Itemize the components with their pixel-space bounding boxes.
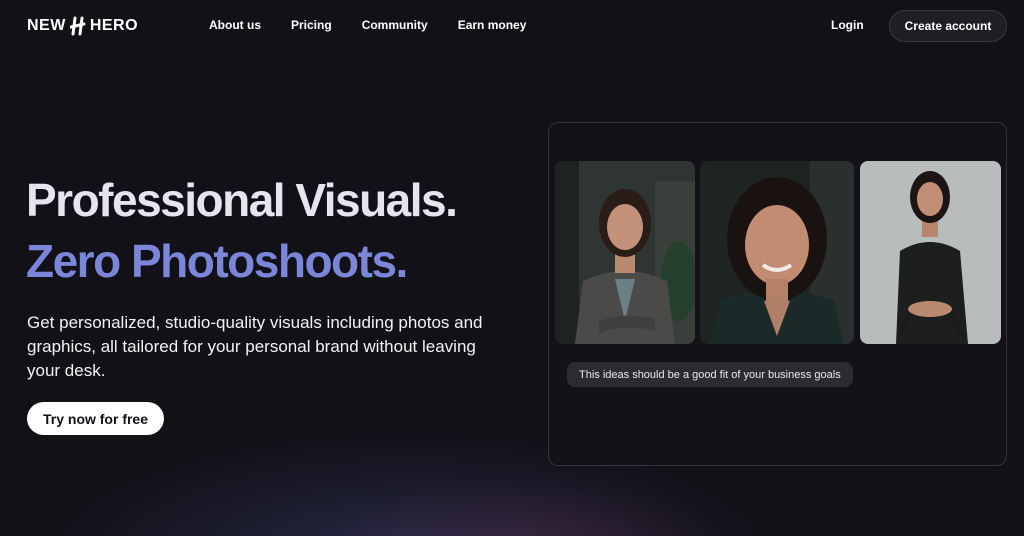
hero-subtitle: Get personalized, studio-quality visuals… [27,313,483,380]
nav-pricing[interactable]: Pricing [291,18,332,32]
showcase-caption: This ideas should be a good fit of your … [567,362,853,387]
try-now-button[interactable]: Try now for free [27,402,164,435]
portrait-image-office [555,161,695,344]
hero-headline-accent: Zero Photoshoots. [26,235,408,287]
nav-earn-money[interactable]: Earn money [458,18,527,32]
main-nav: About us Pricing Community Earn money [209,18,526,32]
create-account-button[interactable]: Create account [889,10,1007,42]
portrait-image-closeup [700,161,854,344]
login-link[interactable]: Login [831,18,864,32]
showcase-card: This ideas should be a good fit of your … [548,122,1007,466]
hero-headline-primary: Professional Visuals. [26,174,458,226]
nav-community[interactable]: Community [362,18,428,32]
nav-about-us[interactable]: About us [209,18,261,32]
portrait-image-seated [860,161,1001,344]
brand-logo[interactable]: NEW HERO [27,15,138,37]
brand-name-left: NEW [27,17,66,34]
logo-icon [69,16,86,36]
brand-name-right: HERO [89,17,139,34]
